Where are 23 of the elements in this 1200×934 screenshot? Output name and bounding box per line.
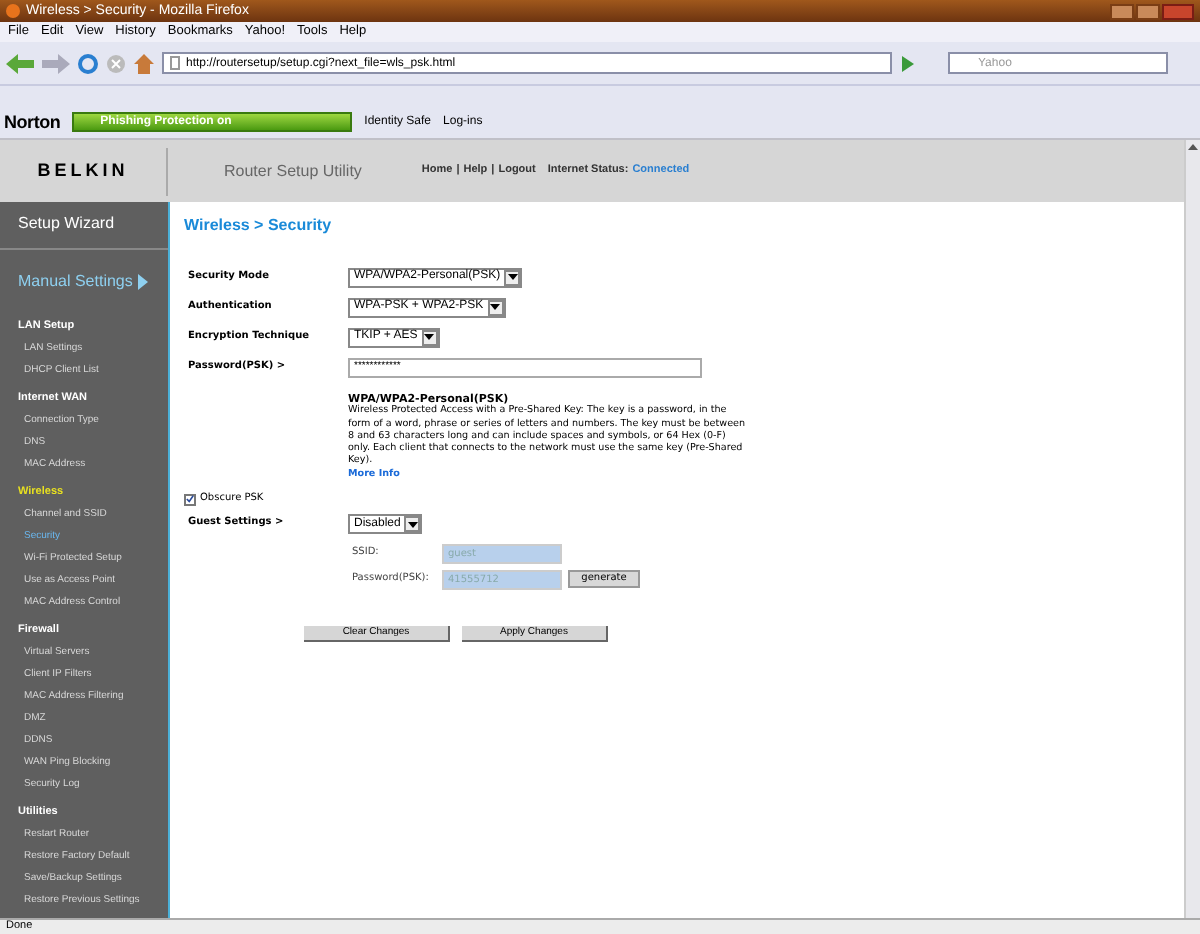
brand-text: Norton [4, 113, 61, 131]
dropdown-arrow-icon[interactable] [504, 269, 521, 285]
checkbox[interactable] [184, 493, 196, 506]
scrollbar[interactable] [1184, 140, 1200, 918]
page-icon [170, 56, 180, 70]
header-title: Router Setup Utility [224, 159, 362, 183]
home-icon[interactable] [134, 53, 154, 73]
logo-text: BELKIN [35, 157, 131, 184]
close-button[interactable] [1162, 3, 1194, 19]
dropdown-arrow-icon[interactable] [404, 516, 421, 533]
minimize-button[interactable] [1110, 3, 1134, 19]
back-icon[interactable] [6, 53, 34, 73]
triangle-icon [138, 274, 149, 291]
page-heading: Wireless > Security [184, 218, 334, 234]
setup-wizard-link[interactable]: Setup Wizard [0, 202, 168, 250]
stop-icon[interactable] [106, 53, 126, 73]
maximize-button[interactable] [1136, 3, 1160, 19]
dropdown-arrow-icon[interactable] [487, 299, 504, 315]
manual-settings-link[interactable]: Manual Settings [0, 249, 168, 316]
dropdown-arrow-icon[interactable] [421, 329, 438, 345]
forward-icon[interactable] [42, 53, 70, 73]
reload-icon[interactable] [78, 53, 98, 73]
go-icon[interactable] [900, 55, 916, 71]
